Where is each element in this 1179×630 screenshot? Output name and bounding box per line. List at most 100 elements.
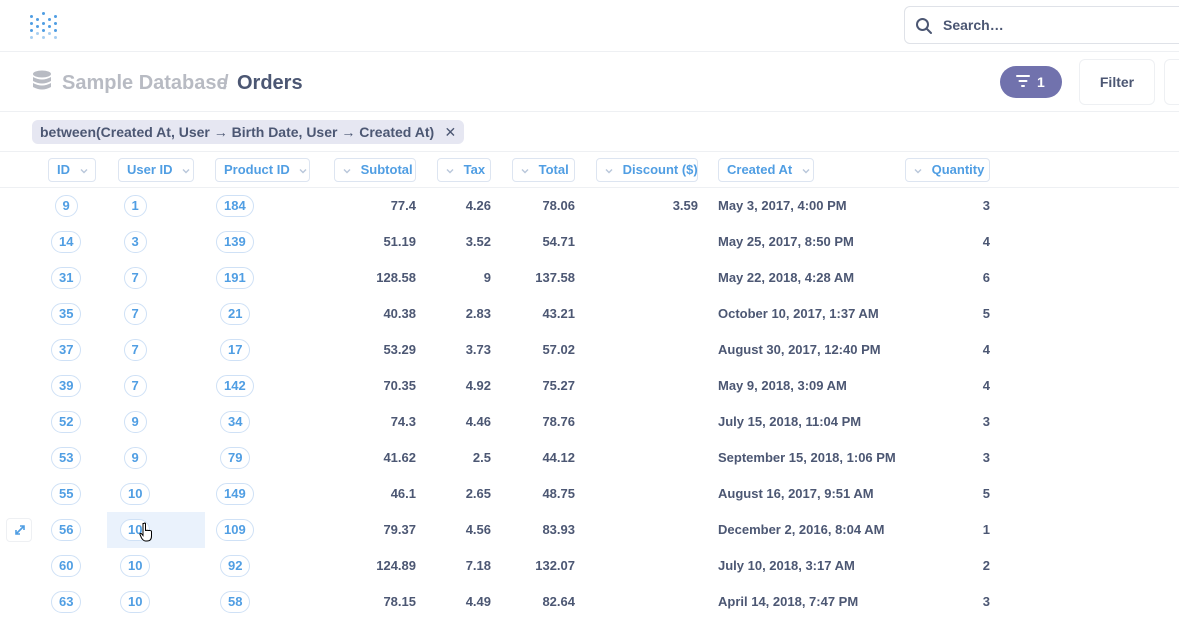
cell-tax[interactable]: 2.5 bbox=[401, 440, 491, 476]
cell-created-at[interactable]: August 30, 2017, 12:40 PM bbox=[718, 332, 881, 368]
cell-quantity[interactable]: 4 bbox=[900, 368, 990, 404]
cell-tax[interactable]: 9 bbox=[401, 260, 491, 296]
id-link[interactable]: 14 bbox=[51, 231, 82, 253]
cell-quantity[interactable]: 1 bbox=[900, 512, 990, 548]
cell-total[interactable]: 82.64 bbox=[485, 584, 575, 620]
expand-icon[interactable] bbox=[6, 518, 32, 542]
cell-quantity[interactable]: 3 bbox=[900, 188, 990, 224]
cell-discount[interactable] bbox=[608, 296, 698, 332]
cell-created-at[interactable]: May 3, 2017, 4:00 PM bbox=[718, 188, 847, 224]
product-id-link[interactable]: 58 bbox=[220, 591, 251, 613]
metabase-logo-icon[interactable] bbox=[30, 12, 58, 40]
cell-quantity[interactable]: 3 bbox=[900, 440, 990, 476]
cell-created-at[interactable]: July 15, 2018, 11:04 PM bbox=[718, 404, 861, 440]
id-link[interactable]: 55 bbox=[51, 483, 82, 505]
cell-total[interactable]: 132.07 bbox=[485, 548, 575, 584]
cell-tax[interactable]: 3.52 bbox=[401, 224, 491, 260]
user-id-link[interactable]: 10 bbox=[120, 483, 151, 505]
id-link[interactable]: 31 bbox=[51, 267, 82, 289]
cell-tax[interactable]: 4.49 bbox=[401, 584, 491, 620]
cell-discount[interactable] bbox=[608, 548, 698, 584]
cell-created-at[interactable]: October 10, 2017, 1:37 AM bbox=[718, 296, 879, 332]
id-link[interactable]: 35 bbox=[51, 303, 82, 325]
filter-button[interactable]: Filter bbox=[1079, 59, 1155, 105]
cell-discount[interactable] bbox=[608, 368, 698, 404]
column-header-id[interactable]: ID bbox=[48, 158, 96, 182]
product-id-link[interactable]: 142 bbox=[216, 375, 254, 397]
cell-discount[interactable] bbox=[608, 584, 698, 620]
user-id-link[interactable]: 9 bbox=[123, 411, 147, 433]
user-id-link[interactable]: 7 bbox=[123, 303, 147, 325]
cell-tax[interactable]: 7.18 bbox=[401, 548, 491, 584]
cell-total[interactable]: 57.02 bbox=[485, 332, 575, 368]
cell-total[interactable]: 78.06 bbox=[485, 188, 575, 224]
id-link[interactable]: 63 bbox=[51, 591, 82, 613]
cell-total[interactable]: 43.21 bbox=[485, 296, 575, 332]
cell-created-at[interactable]: December 2, 2016, 8:04 AM bbox=[718, 512, 884, 548]
product-id-link[interactable]: 92 bbox=[220, 555, 251, 577]
filter-count-badge[interactable]: 1 bbox=[1000, 66, 1062, 98]
cell-quantity[interactable]: 3 bbox=[900, 404, 990, 440]
product-id-link[interactable]: 21 bbox=[220, 303, 251, 325]
cell-tax[interactable]: 4.92 bbox=[401, 368, 491, 404]
product-id-link[interactable]: 79 bbox=[220, 447, 251, 469]
cell-created-at[interactable]: May 9, 2018, 3:09 AM bbox=[718, 368, 847, 404]
cell-discount[interactable] bbox=[608, 440, 698, 476]
search-box[interactable] bbox=[904, 6, 1179, 44]
cell-tax[interactable]: 4.26 bbox=[401, 188, 491, 224]
id-link[interactable]: 52 bbox=[51, 411, 82, 433]
cell-total[interactable]: 83.93 bbox=[485, 512, 575, 548]
search-input[interactable] bbox=[943, 15, 1179, 35]
user-id-link[interactable]: 3 bbox=[123, 231, 147, 253]
user-id-link[interactable]: 1 bbox=[123, 195, 147, 217]
product-id-link[interactable]: 17 bbox=[220, 339, 251, 361]
product-id-link[interactable]: 139 bbox=[216, 231, 254, 253]
cell-created-at[interactable]: August 16, 2017, 9:51 AM bbox=[718, 476, 874, 512]
id-link[interactable]: 56 bbox=[51, 519, 82, 541]
cell-tax[interactable]: 2.65 bbox=[401, 476, 491, 512]
more-button[interactable] bbox=[1164, 59, 1179, 105]
id-link[interactable]: 9 bbox=[54, 195, 78, 217]
cell-quantity[interactable]: 4 bbox=[900, 224, 990, 260]
column-header-user-id[interactable]: User ID bbox=[118, 158, 194, 182]
cell-quantity[interactable]: 5 bbox=[900, 296, 990, 332]
cell-total[interactable]: 137.58 bbox=[485, 260, 575, 296]
user-id-link[interactable]: 7 bbox=[123, 375, 147, 397]
product-id-link[interactable]: 34 bbox=[220, 411, 251, 433]
column-header-discount[interactable]: Discount ($) bbox=[596, 158, 698, 182]
cell-quantity[interactable]: 3 bbox=[900, 584, 990, 620]
product-id-link[interactable]: 109 bbox=[216, 519, 254, 541]
cell-total[interactable]: 44.12 bbox=[485, 440, 575, 476]
cell-discount[interactable] bbox=[608, 476, 698, 512]
product-id-link[interactable]: 149 bbox=[216, 483, 254, 505]
breadcrumb-database[interactable]: Sample Database bbox=[62, 72, 228, 95]
cell-tax[interactable]: 2.83 bbox=[401, 296, 491, 332]
column-header-tax[interactable]: Tax bbox=[437, 158, 491, 182]
cell-tax[interactable]: 4.56 bbox=[401, 512, 491, 548]
product-id-link[interactable]: 184 bbox=[216, 195, 254, 217]
user-id-link[interactable]: 7 bbox=[123, 339, 147, 361]
column-header-product-id[interactable]: Product ID bbox=[215, 158, 310, 182]
id-link[interactable]: 39 bbox=[51, 375, 82, 397]
cell-tax[interactable]: 4.46 bbox=[401, 404, 491, 440]
cell-quantity[interactable]: 6 bbox=[900, 260, 990, 296]
cell-created-at[interactable]: May 22, 2018, 4:28 AM bbox=[718, 260, 854, 296]
cell-discount[interactable] bbox=[608, 260, 698, 296]
filter-pill[interactable]: between(Created At, User → Birth Date, U… bbox=[32, 120, 465, 144]
cell-created-at[interactable]: July 10, 2018, 3:17 AM bbox=[718, 548, 855, 584]
user-id-link[interactable]: 10 bbox=[120, 555, 151, 577]
cell-discount[interactable] bbox=[608, 512, 698, 548]
column-header-total[interactable]: Total bbox=[512, 158, 575, 182]
cell-discount[interactable]: 3.59 bbox=[608, 188, 698, 224]
user-id-link[interactable]: 9 bbox=[123, 447, 147, 469]
close-icon[interactable]: ✕ bbox=[444, 120, 456, 144]
column-header-created-at[interactable]: Created At bbox=[718, 158, 814, 182]
cell-quantity[interactable]: 4 bbox=[900, 332, 990, 368]
user-id-link[interactable]: 7 bbox=[123, 267, 147, 289]
cell-discount[interactable] bbox=[608, 404, 698, 440]
product-id-link[interactable]: 191 bbox=[216, 267, 254, 289]
cell-tax[interactable]: 3.73 bbox=[401, 332, 491, 368]
id-link[interactable]: 60 bbox=[51, 555, 82, 577]
cell-created-at[interactable]: September 15, 2018, 1:06 PM bbox=[718, 440, 896, 476]
cell-total[interactable]: 78.76 bbox=[485, 404, 575, 440]
